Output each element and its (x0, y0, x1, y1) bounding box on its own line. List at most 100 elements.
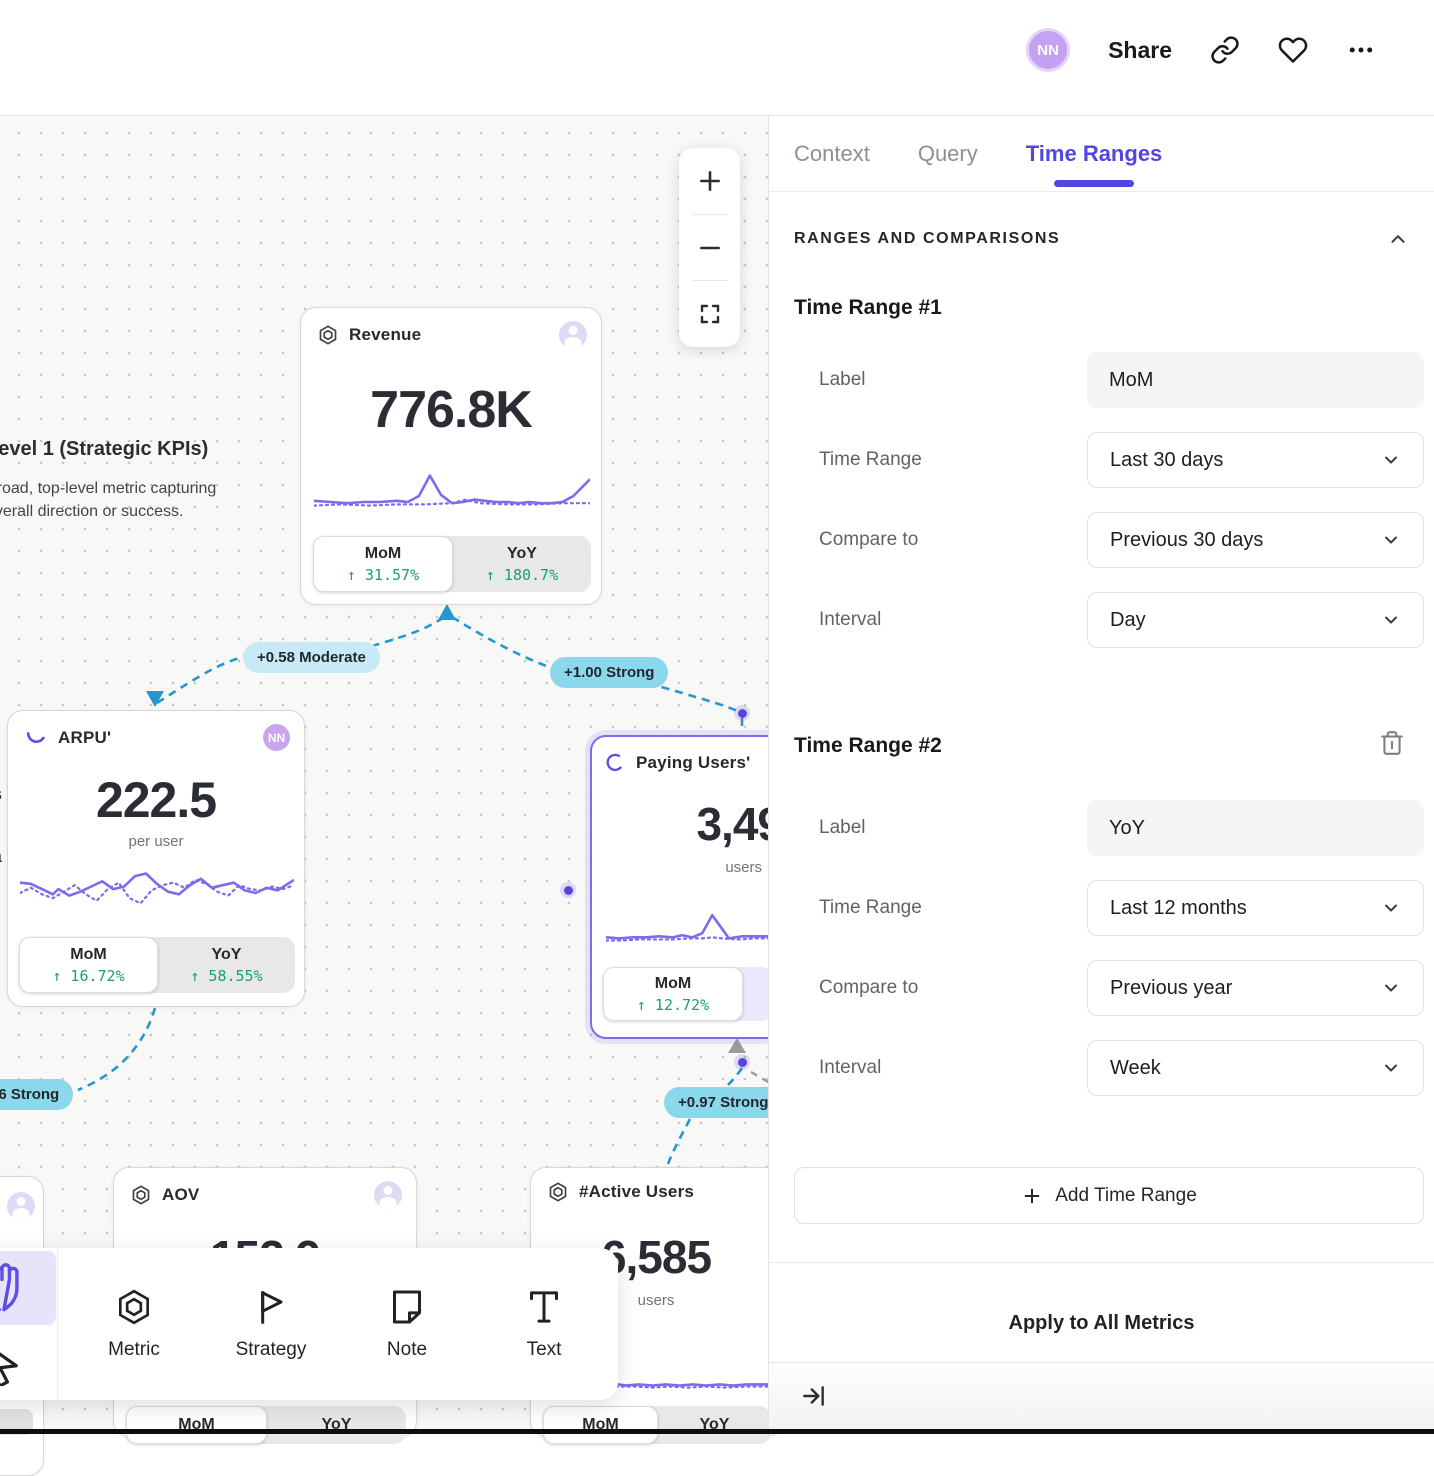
tab-context[interactable]: Context (794, 116, 870, 191)
toggle-mom[interactable]: MoM ↑ 12.72% (603, 967, 743, 1021)
metric-value: 222.5 (8, 771, 304, 829)
connection-handle[interactable] (734, 705, 750, 721)
chevron-down-icon (1381, 898, 1401, 918)
delete-trash-icon[interactable] (1379, 729, 1405, 757)
field-row-interval-2: Interval Week (819, 1040, 1424, 1096)
toggle-yoy[interactable]: YoY ↑ 180.7% (453, 536, 591, 592)
clipped-text-fragment: s (0, 784, 2, 805)
panel-bottom-bar (769, 1362, 1434, 1429)
metric-tree-canvas[interactable]: s a Level 1 (Strategic KPIs) Broad, top-… (0, 0, 768, 1434)
plus-icon (1021, 1185, 1043, 1207)
arrowhead-into-paying (728, 1038, 746, 1053)
toggle-yoy[interactable]: YoY ↑ 58.55% (158, 937, 295, 993)
copy-link-icon[interactable] (1210, 35, 1240, 65)
panel-tabs: Context Query Time Ranges (769, 116, 1434, 192)
comparison-toggle: MoM ↑ 16.72% YoY ↑ 58.55% (19, 937, 295, 993)
toggle-mom[interactable]: MoM (543, 1406, 658, 1444)
toggle-yoy[interactable]: YoY (267, 1406, 406, 1444)
select-value: Last 12 months (1110, 897, 1247, 920)
correlation-chip[interactable]: 66 Strong (0, 1079, 73, 1110)
field-row-label-1: Label MoM (819, 352, 1424, 408)
field-label: Compare to (819, 977, 1087, 999)
share-button[interactable]: Share (1108, 37, 1172, 64)
fit-view-button[interactable] (679, 281, 740, 347)
metric-card-revenue[interactable]: Revenue 776.8K MoM ↑ 31.57% YoY ↑ 180.7% (300, 307, 602, 605)
interval-select[interactable]: Week (1087, 1040, 1424, 1096)
hand-icon (0, 1262, 28, 1314)
toggle-mom[interactable]: MoM ↑ 31.57% (313, 536, 453, 592)
input-value: YoY (1109, 817, 1145, 840)
toggle-delta: ↑ 58.55% (190, 967, 262, 985)
text-icon (524, 1287, 564, 1327)
card-title: Revenue (349, 325, 421, 345)
card-title: ARPU' (58, 728, 111, 748)
zoom-in-button[interactable] (679, 148, 740, 214)
field-label: Interval (819, 609, 1087, 631)
time-range-1-title: Time Range #1 (794, 296, 942, 320)
field-row-time-range-2: Time Range Last 12 months (819, 880, 1424, 936)
correlation-chip[interactable]: +0.58 Moderate (243, 642, 380, 673)
interval-select[interactable]: Day (1087, 592, 1424, 648)
metric-card-arpu[interactable]: ARPU' NN 222.5 per user MoM ↑ 16.72% YoY… (7, 710, 305, 1007)
comparison-toggle: MoM YoY (543, 1406, 771, 1444)
chevron-down-icon (1381, 978, 1401, 998)
card-title: #Active Users (579, 1182, 694, 1202)
metric-card-paying-users[interactable]: Paying Users' 3,49 users MoM ↑ 12.72% (590, 735, 782, 1039)
toggle-yoy[interactable]: YoY (658, 1406, 771, 1444)
metric-hexagon-icon (317, 324, 339, 346)
tab-query[interactable]: Query (918, 116, 978, 191)
correlation-chip[interactable]: +0.97 Strong (664, 1087, 782, 1118)
toolbar-item-text[interactable]: Text (489, 1248, 599, 1400)
collapse-chevron-up-icon[interactable] (1387, 228, 1409, 250)
hand-tool-button[interactable] (0, 1251, 56, 1325)
add-time-range-button[interactable]: Add Time Range (794, 1167, 1424, 1224)
toggle-delta: ↑ 16.72% (52, 967, 124, 985)
connection-handle[interactable] (734, 1054, 750, 1070)
comparison-toggle: MoM YoY (126, 1406, 406, 1444)
connection-handle[interactable] (560, 882, 576, 898)
toolbar-item-label: Metric (108, 1339, 160, 1361)
toolbar-item-note[interactable]: Note (352, 1248, 462, 1400)
label-input[interactable]: MoM (1087, 352, 1424, 408)
toggle-label: YoY (507, 545, 537, 563)
select-tool-button[interactable] (0, 1328, 56, 1398)
field-row-label-2: Label YoY (819, 800, 1424, 856)
metric-hexagon-icon (130, 1184, 152, 1206)
toolbar-item-label: Text (527, 1339, 562, 1361)
flag-icon (251, 1287, 291, 1327)
toolbar-item-metric[interactable]: Metric (79, 1248, 189, 1400)
user-avatar[interactable]: NN (1026, 28, 1070, 72)
time-range-select[interactable]: Last 12 months (1087, 880, 1424, 936)
toolbar-item-strategy[interactable]: Strategy (216, 1248, 326, 1400)
compare-to-select[interactable]: Previous 30 days (1087, 512, 1424, 568)
sparkline-chart (314, 466, 590, 514)
label-input[interactable]: YoY (1087, 800, 1424, 856)
divider (769, 1262, 1434, 1263)
select-value: Week (1110, 1057, 1161, 1080)
collapse-panel-icon[interactable] (801, 1383, 827, 1409)
toggle-mom[interactable]: MoM (126, 1406, 267, 1444)
select-value: Previous 30 days (1110, 529, 1263, 552)
tab-time-ranges[interactable]: Time Ranges (1026, 116, 1163, 191)
zoom-out-button[interactable] (679, 215, 740, 281)
metric-unit: users (652, 859, 762, 876)
time-range-select[interactable]: Last 30 days (1087, 432, 1424, 488)
toolbar-item-label: Strategy (236, 1339, 307, 1361)
collaborator-badge: NN (263, 724, 290, 751)
comparison-toggle: MoM ↑ 12.72% (603, 967, 773, 1021)
toggle-delta: ↑ 180.7% (486, 566, 558, 584)
more-options-icon[interactable] (1346, 35, 1376, 65)
select-value: Day (1110, 609, 1146, 632)
toggle-label: MoM (70, 946, 106, 964)
favorite-heart-icon[interactable] (1278, 35, 1308, 65)
compare-to-select[interactable]: Previous year (1087, 960, 1424, 1016)
toolbar-item-label: Note (387, 1339, 427, 1361)
toggle-label: MoM (655, 975, 691, 993)
add-time-range-label: Add Time Range (1055, 1185, 1197, 1207)
correlation-chip[interactable]: +1.00 Strong (550, 657, 668, 688)
metric-value: 776.8K (301, 380, 601, 440)
toggle-mom[interactable]: MoM ↑ 16.72% (19, 937, 158, 993)
apply-all-metrics-button[interactable]: Apply to All Metrics (769, 1312, 1434, 1335)
screen-edge-bar (0, 1429, 1434, 1434)
chevron-down-icon (1381, 610, 1401, 630)
